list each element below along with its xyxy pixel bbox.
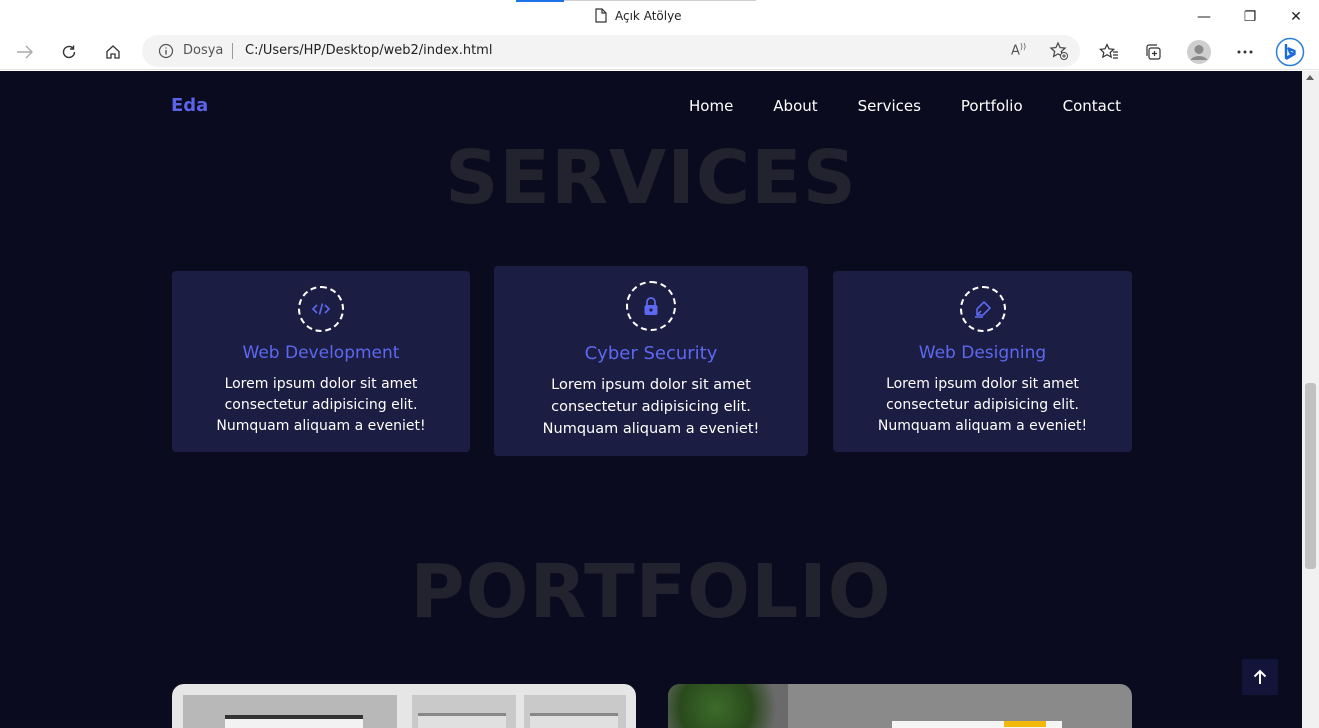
profile-avatar[interactable] [1184, 37, 1214, 67]
favorites-icon[interactable] [1094, 37, 1124, 67]
nav-contact[interactable]: Contact [1063, 97, 1121, 115]
nav-about[interactable]: About [773, 97, 817, 115]
portfolio-image [183, 695, 397, 728]
window-title: Açık Atölye [595, 8, 682, 23]
site-logo[interactable]: Eda [171, 95, 208, 116]
url-text[interactable]: C:/Users/HP/Desktop/web2/index.html [245, 43, 492, 58]
title-bar: Açık Atölye — ❐ ✕ [0, 0, 1319, 33]
document-icon [595, 8, 607, 23]
collections-icon[interactable] [1138, 37, 1168, 67]
window-title-text: Açık Atölye [615, 8, 682, 23]
arrow-up-icon [1253, 669, 1267, 684]
address-bar[interactable]: Dosya C:/Users/HP/Desktop/web2/index.htm… [142, 35, 1080, 67]
nav-portfolio[interactable]: Portfolio [961, 97, 1023, 115]
service-card-cyber-security: Cyber Security Lorem ipsum dolor sit ame… [494, 266, 808, 456]
page-viewport: Eda Home About Services Portfolio Contac… [0, 71, 1302, 728]
portfolio-image [412, 695, 516, 728]
forward-icon[interactable] [10, 37, 40, 67]
service-title: Web Designing [918, 343, 1047, 363]
portfolio-item-1[interactable] [172, 684, 636, 728]
read-aloud-icon[interactable]: A)) [1011, 42, 1026, 58]
refresh-icon[interactable] [54, 37, 84, 67]
site-nav: Home About Services Portfolio Contact [689, 97, 1121, 115]
close-icon[interactable]: ✕ [1273, 0, 1319, 33]
info-icon[interactable] [158, 43, 174, 59]
nav-services[interactable]: Services [858, 97, 921, 115]
code-icon [298, 286, 344, 332]
service-title: Web Development [242, 343, 400, 363]
restore-icon[interactable]: ❐ [1227, 0, 1273, 33]
address-separator [232, 43, 233, 59]
tab-divider [564, 0, 756, 1]
window-controls: — ❐ ✕ [1181, 0, 1319, 33]
nav-home[interactable]: Home [689, 97, 733, 115]
plant-image [668, 684, 788, 728]
portfolio-item-2[interactable] [668, 684, 1132, 728]
services-heading: SERVICES [445, 135, 857, 221]
browser-toolbar: Dosya C:/Users/HP/Desktop/web2/index.htm… [0, 33, 1319, 70]
service-card-web-designing: Web Designing Lorem ipsum dolor sit amet… [833, 271, 1132, 452]
security-label: Dosya [183, 43, 224, 58]
service-description: Lorem ipsum dolor sit amet consectetur a… [877, 376, 1088, 434]
scroll-to-top-button[interactable] [1242, 659, 1278, 695]
lock-icon [626, 281, 676, 331]
tab-indicator [516, 0, 564, 2]
portfolio-heading: PORTFOLIO [410, 549, 892, 635]
scroll-up-icon[interactable] [1306, 75, 1314, 80]
brochure-image [892, 721, 1062, 728]
scrollbar-thumb[interactable] [1305, 383, 1316, 569]
service-card-web-development: Web Development Lorem ipsum dolor sit am… [172, 271, 470, 452]
bing-icon[interactable] [1275, 37, 1305, 67]
service-title: Cyber Security [584, 343, 718, 364]
service-description: Lorem ipsum dolor sit amet consectetur a… [216, 376, 426, 434]
minimize-icon[interactable]: — [1181, 0, 1227, 33]
add-favorite-icon[interactable] [1049, 41, 1069, 61]
page-scrollbar[interactable] [1302, 71, 1319, 728]
pen-icon [959, 286, 1006, 332]
more-icon[interactable] [1230, 37, 1260, 67]
service-description: Lorem ipsum dolor sit amet consectetur a… [542, 377, 760, 437]
portfolio-image [524, 695, 626, 728]
home-icon[interactable] [98, 37, 128, 67]
